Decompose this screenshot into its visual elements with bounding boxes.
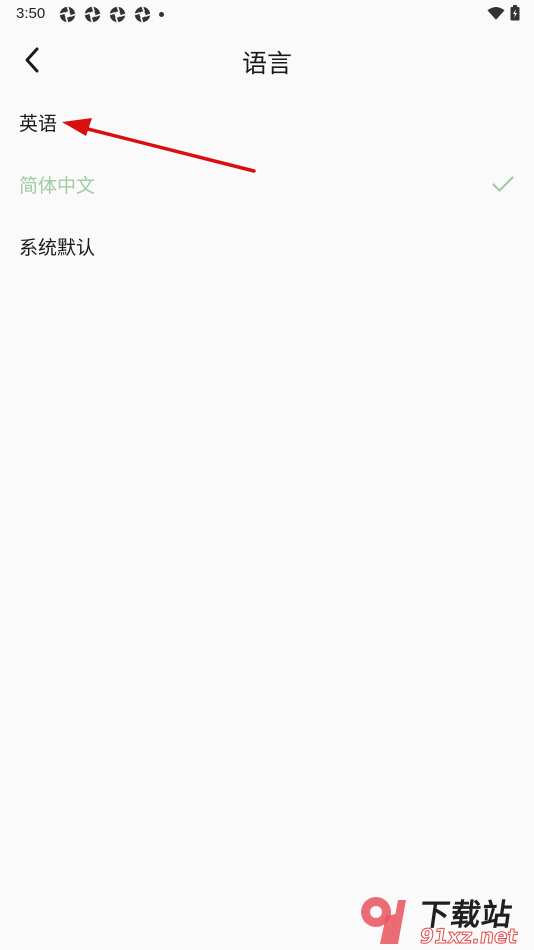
app-bar: 语言 — [0, 28, 534, 90]
aperture-icon — [84, 6, 101, 23]
wifi-icon — [487, 6, 505, 20]
battery-charging-icon — [510, 5, 520, 21]
page-title: 语言 — [241, 49, 292, 78]
language-item-system-default[interactable]: 系统默认 — [0, 215, 534, 277]
aperture-icon — [134, 6, 151, 23]
language-label: 英语 — [19, 112, 58, 135]
language-label: 简体中文 — [19, 174, 96, 197]
status-time: 3:50 — [16, 5, 46, 22]
language-label: 系统默认 — [19, 236, 96, 259]
91-logo-icon — [361, 897, 406, 944]
watermark-url: 91xz.net — [418, 924, 520, 949]
more-notifications-dot — [159, 12, 164, 17]
watermark: 下载站 91xz.net — [354, 890, 534, 950]
language-item-english[interactable]: 英语 — [0, 91, 534, 153]
aperture-icon — [59, 6, 76, 23]
language-item-simplified-chinese[interactable]: 简体中文 — [0, 153, 534, 215]
check-icon — [492, 176, 514, 192]
language-list: 英语 简体中文 系统默认 — [0, 91, 534, 277]
aperture-icon — [109, 6, 126, 23]
status-right — [487, 5, 520, 21]
notification-icons — [59, 6, 164, 23]
status-bar: 3:50 — [0, 0, 534, 28]
